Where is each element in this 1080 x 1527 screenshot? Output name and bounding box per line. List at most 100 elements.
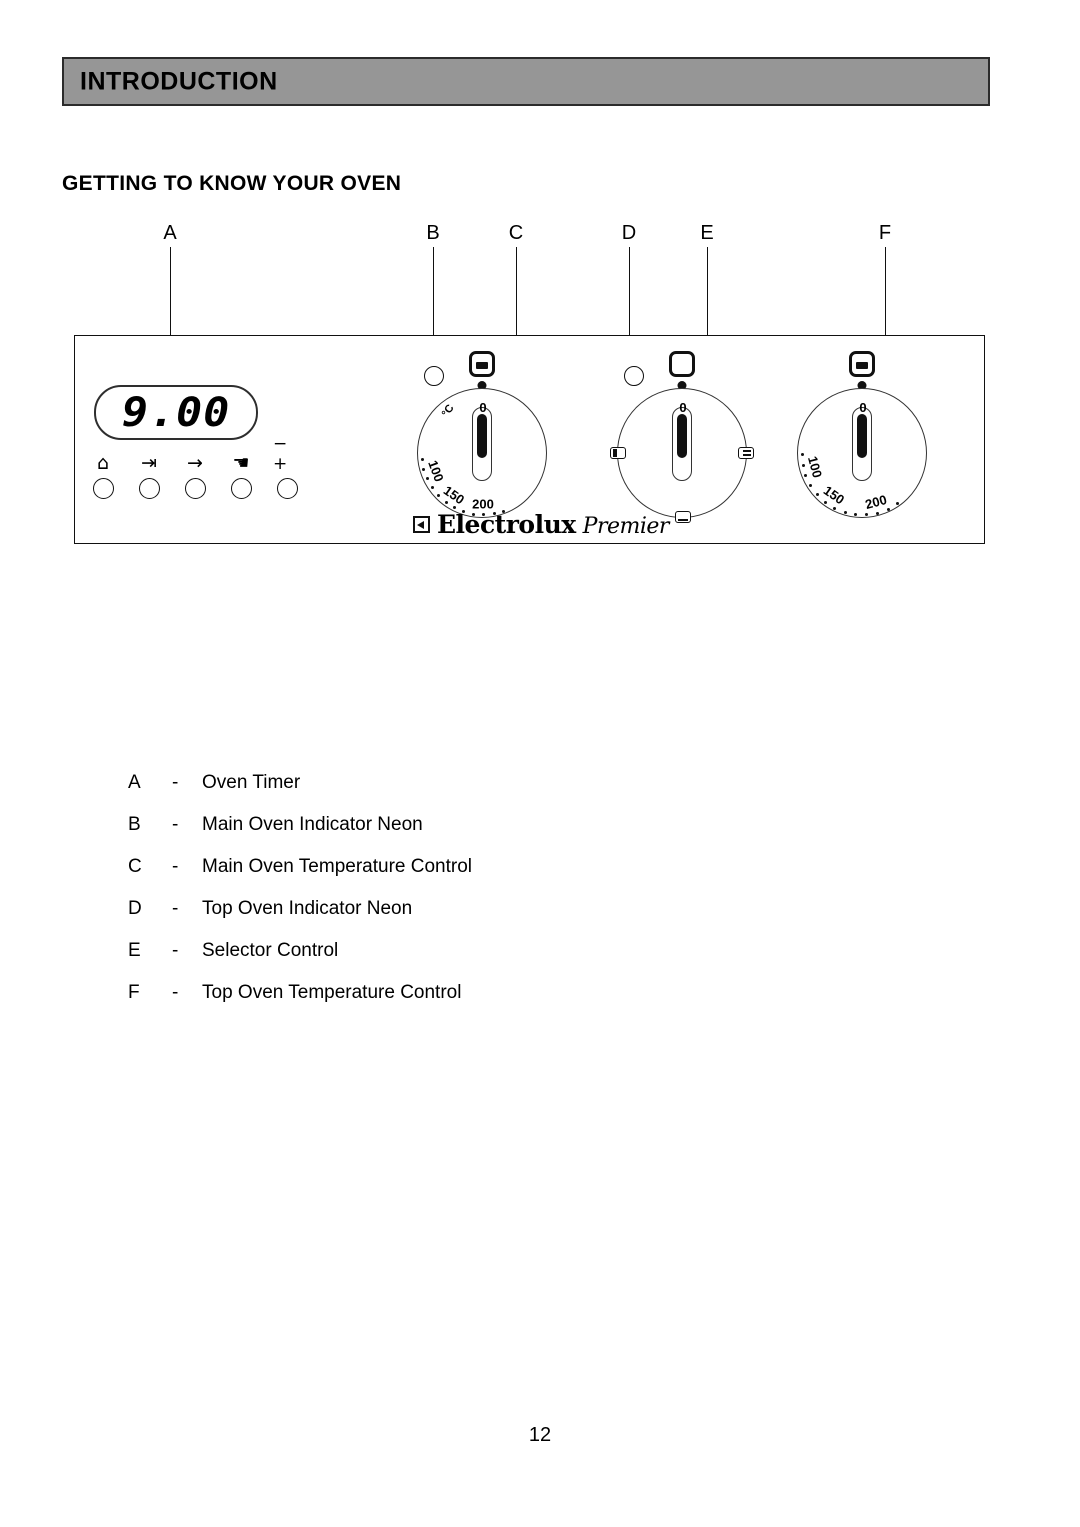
- dial-tick: [854, 513, 858, 517]
- top-oven-temperature-knob[interactable]: 0 100 150 200: [797, 388, 927, 518]
- callout-label-e: E: [700, 222, 714, 244]
- dial-tick: [437, 494, 441, 498]
- main-oven-knob-index-dot: [477, 381, 487, 390]
- top-oven-controls: 0 100 150 200: [785, 336, 945, 545]
- legend-dash: -: [172, 982, 179, 1003]
- dial-tick: [472, 512, 476, 516]
- dial-tick: [886, 507, 890, 511]
- manual-hand-button[interactable]: ☚: [227, 452, 255, 499]
- legend-text: Main Oven Temperature Control: [202, 856, 472, 877]
- leader-line-a: [170, 247, 171, 380]
- selector-controls: 0: [605, 336, 765, 545]
- selector-zero-label: 0: [679, 400, 687, 415]
- button-hole[interactable]: [184, 478, 206, 499]
- electrolux-mark-icon: [413, 516, 430, 533]
- top-oven-label-150: 150: [821, 482, 848, 508]
- brand-logo: Electrolux Premier: [413, 510, 669, 539]
- end-time-button[interactable]: →: [181, 452, 209, 499]
- top-oven-pointer-fill: [857, 414, 867, 458]
- legend-text: Oven Timer: [202, 772, 301, 793]
- dial-tick: [865, 513, 869, 517]
- top-oven-zero-label: 0: [859, 400, 867, 415]
- callout-label-b: B: [426, 222, 440, 244]
- main-oven-knob-badge: [469, 351, 495, 390]
- legend-key: F: [128, 982, 140, 1003]
- top-oven-symbol-bar: [856, 362, 868, 369]
- brand-name: Electrolux: [437, 510, 576, 539]
- manual-hand-icon: ☚: [232, 452, 250, 474]
- legend-key: C: [128, 856, 142, 877]
- legend-row: C - Main Oven Temperature Control: [128, 856, 768, 898]
- leader-line-b: [433, 247, 434, 372]
- dial-tick: [444, 501, 448, 505]
- main-oven-label-100: 100: [425, 458, 447, 484]
- callout-label-f: F: [878, 222, 892, 244]
- bell-button[interactable]: ⌂: [89, 452, 117, 499]
- legend-key: D: [128, 898, 142, 919]
- top-oven-label-200: 200: [863, 492, 889, 513]
- legend-row: F - Top Oven Temperature Control: [128, 982, 768, 1024]
- timer-value: 9.00: [121, 389, 231, 436]
- main-oven-label-150: 150: [441, 482, 468, 508]
- dial-tick: [453, 506, 457, 510]
- leader-line-e: [707, 247, 708, 393]
- dial-tick: [425, 477, 429, 481]
- top-oven-symbol-frame: [849, 351, 875, 377]
- legend-text: Top Oven Indicator Neon: [202, 898, 413, 919]
- leader-line-f: [885, 247, 886, 393]
- legend-row: D - Top Oven Indicator Neon: [128, 898, 768, 940]
- dial-tick: [824, 500, 827, 504]
- cook-time-icon: ⇥: [141, 452, 157, 474]
- button-hole[interactable]: [138, 478, 160, 499]
- main-oven-temperature-knob[interactable]: 0 °C 100 150 200: [417, 388, 547, 518]
- dial-tick: [815, 493, 819, 497]
- legend-row: A - Oven Timer: [128, 772, 768, 814]
- top-oven-knob-index-dot: [857, 381, 867, 390]
- legend-dash: -: [172, 898, 179, 919]
- selector-knob[interactable]: 0: [610, 388, 754, 523]
- bell-icon: ⌂: [96, 452, 110, 474]
- legend-text: Selector Control: [202, 940, 339, 961]
- selector-knob-badge: [669, 351, 695, 390]
- dial-tick: [482, 513, 486, 517]
- page-number: 12: [528, 1424, 552, 1446]
- main-oven-unit-label: °C: [439, 402, 457, 420]
- top-oven-symbol: [675, 511, 691, 523]
- full-grill-symbol: [738, 447, 754, 459]
- dial-tick: [809, 484, 813, 488]
- selector-symbol-frame: [669, 351, 695, 377]
- legend-key: B: [128, 814, 141, 835]
- legend-dash: -: [172, 856, 179, 877]
- dial-tick: [801, 463, 805, 467]
- main-oven-controls: 0 °C 100 150 200: [405, 336, 565, 545]
- legend-dash: -: [172, 772, 179, 793]
- button-hole[interactable]: [276, 478, 298, 499]
- oven-timer-display: 9.00: [94, 385, 258, 440]
- minus-plus-button[interactable]: −+: [273, 434, 301, 499]
- main-oven-knob-pointer: [472, 407, 492, 481]
- main-oven-symbol-frame: [469, 351, 495, 377]
- diagram-legend: A - Oven Timer B - Main Oven Indicator Neon C -…: [128, 772, 768, 1024]
- section-banner: INTRODUCTION: [62, 57, 990, 106]
- dial-tick: [833, 506, 837, 510]
- main-oven-pointer-fill: [477, 414, 487, 458]
- callout-label-d: D: [621, 222, 637, 244]
- main-oven-symbol-bar: [476, 362, 488, 369]
- legend-key: A: [128, 772, 141, 793]
- cook-time-button[interactable]: ⇥: [135, 452, 163, 499]
- leader-line-d: [629, 247, 630, 372]
- button-hole[interactable]: [92, 478, 114, 499]
- dial-tick: [876, 511, 880, 515]
- top-oven-knob-badge: [849, 351, 875, 390]
- top-oven-indicator-neon: [624, 366, 644, 386]
- dial-tick: [462, 510, 466, 514]
- dial-tick: [502, 509, 506, 513]
- dial-tick: [430, 486, 434, 490]
- button-hole[interactable]: [230, 478, 252, 499]
- control-panel: 9.00 ⌂ ⇥ → ☚ −+ 0 °C 100 150 200 0 0 100…: [74, 335, 985, 544]
- dial-tick: [804, 474, 808, 478]
- timer-button-row: ⌂ ⇥ → ☚ −+: [89, 434, 301, 499]
- legend-text: Main Oven Indicator Neon: [202, 814, 423, 835]
- leader-line-c: [516, 247, 517, 393]
- top-oven-knob-pointer: [852, 407, 872, 481]
